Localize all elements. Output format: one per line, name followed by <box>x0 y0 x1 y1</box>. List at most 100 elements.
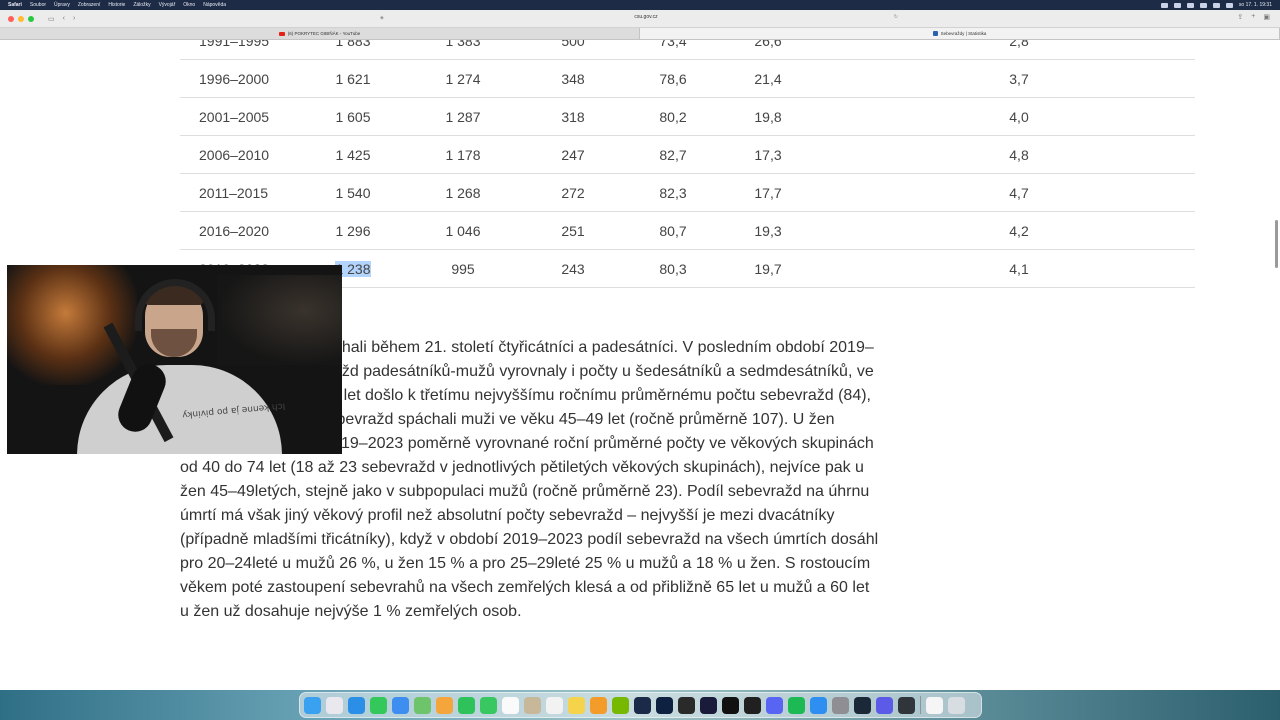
youtube-icon <box>278 31 285 36</box>
sidebar-toggle-icon[interactable]: ▭ <box>48 15 55 23</box>
table-cell-total: 1 621 <box>298 59 408 98</box>
table-cell-women-share: 21,4 <box>718 59 818 98</box>
page-scrollbar[interactable] <box>1275 220 1278 268</box>
table-cell-women: 272 <box>518 173 628 212</box>
tab-statistics[interactable]: Sebevraždy | Statistika <box>640 28 1280 39</box>
table-row: 2006–2010 1 425 1 178 247 82,7 17,3 4,8 <box>180 135 1195 174</box>
privacy-shield-icon[interactable]: ◈ <box>380 15 384 21</box>
status-icon[interactable] <box>1186 2 1194 8</box>
nvidia-icon[interactable] <box>612 696 629 714</box>
table-cell-period: 2011–2015 <box>180 173 298 212</box>
phone-icon[interactable] <box>480 696 497 714</box>
status-icon[interactable] <box>1160 2 1168 8</box>
zoom-window-icon[interactable] <box>28 15 34 22</box>
menu-item-bookmarks[interactable]: Záložky <box>133 2 150 8</box>
launchpad-icon[interactable] <box>326 696 343 714</box>
chatgpt-icon[interactable] <box>744 696 761 714</box>
reminders-icon[interactable] <box>546 696 563 714</box>
table-cell-men-share: 80,7 <box>628 211 718 250</box>
photos-icon[interactable] <box>436 696 453 714</box>
calendar-icon[interactable] <box>502 696 519 714</box>
new-tab-icon[interactable]: + <box>1251 13 1255 21</box>
table-cell-men-share: 80,2 <box>628 97 718 136</box>
notes-icon[interactable] <box>568 696 585 714</box>
back-icon[interactable]: ‹ <box>63 15 65 23</box>
menu-item-developer[interactable]: Vývojář <box>159 2 176 8</box>
messages-icon[interactable] <box>370 696 387 714</box>
menu-item-edit[interactable]: Úpravy <box>54 2 70 8</box>
background-shelf <box>217 275 342 365</box>
control-center-icon[interactable] <box>1225 2 1233 8</box>
contacts-icon[interactable] <box>524 696 541 714</box>
table-cell-period: 1996–2000 <box>180 59 298 98</box>
obs-icon[interactable] <box>678 696 695 714</box>
premiere-icon[interactable] <box>700 696 717 714</box>
table-cell-women-share: 19,3 <box>718 211 818 250</box>
address-bar[interactable]: ◈ csu.gov.cz ↻ <box>380 14 906 24</box>
appstore-icon[interactable] <box>810 696 827 714</box>
document-icon[interactable] <box>926 696 943 714</box>
table-cell-ratio: 4,8 <box>818 135 1195 174</box>
table-cell-total: 1 296 <box>298 211 408 250</box>
table-cell-men: 1 383 <box>408 40 518 60</box>
grid-app-icon[interactable] <box>876 696 893 714</box>
safari-icon[interactable] <box>348 696 365 714</box>
table-cell-period: 1991–1995 <box>180 40 298 60</box>
photoshop-icon[interactable] <box>656 696 673 714</box>
menu-item-help[interactable]: Nápověda <box>203 2 226 8</box>
minimize-window-icon[interactable] <box>18 15 24 22</box>
table-cell-ratio: 4,0 <box>818 97 1195 136</box>
tab-overview-icon[interactable]: ▣ <box>1263 13 1270 21</box>
menu-item-window[interactable]: Okno <box>183 2 195 8</box>
table-cell-men-share: 82,7 <box>628 135 718 174</box>
menu-item-view[interactable]: Zobrazení <box>78 2 101 8</box>
trash-icon[interactable] <box>948 696 965 714</box>
table-cell-total: 1 540 <box>298 173 408 212</box>
suicides-table: 1991–1995 1 883 1 383 500 73,4 26,6 2,8 … <box>180 40 1195 288</box>
table-cell-period: 2016–2020 <box>180 211 298 250</box>
table-cell-women: 348 <box>518 59 628 98</box>
table-cell-total: 1 883 <box>298 40 408 60</box>
table-cell-ratio: 4,7 <box>818 173 1195 212</box>
browser-toolbar: ▭ ‹ › ◈ csu.gov.cz ↻ ⇪ + ▣ <box>0 10 1280 28</box>
table-cell-men: 995 <box>408 249 518 288</box>
spotify-icon[interactable] <box>788 696 805 714</box>
finder-icon[interactable] <box>304 696 321 714</box>
table-cell-women-share: 17,7 <box>718 173 818 212</box>
table-cell-men: 1 178 <box>408 135 518 174</box>
tab-youtube[interactable]: (6) POKRYTEC GIBIŇÁK - YouTube <box>0 28 640 39</box>
menu-app-name[interactable]: Safari <box>8 2 22 8</box>
table-cell-women: 500 <box>518 40 628 60</box>
lightroom-icon[interactable] <box>634 696 651 714</box>
share-icon[interactable]: ⇪ <box>1237 13 1243 21</box>
table-cell-women-share: 19,8 <box>718 97 818 136</box>
menu-clock[interactable]: so 17. 1. 19:31 <box>1239 2 1272 8</box>
table-cell-men: 1 287 <box>408 97 518 136</box>
table-row: 2016–2020 1 296 1 046 251 80,7 19,3 4,2 <box>180 211 1195 250</box>
close-window-icon[interactable] <box>8 15 14 22</box>
menu-item-history[interactable]: Historie <box>108 2 125 8</box>
address-text[interactable]: csu.gov.cz <box>634 14 657 20</box>
reload-icon[interactable]: ↻ <box>894 14 898 20</box>
settings-icon[interactable] <box>832 696 849 714</box>
mail-icon[interactable] <box>392 696 409 714</box>
pages-icon[interactable] <box>590 696 607 714</box>
discord-icon[interactable] <box>766 696 783 714</box>
battery-icon[interactable] <box>1212 2 1220 8</box>
capture-app-icon[interactable] <box>898 696 915 714</box>
wifi-icon[interactable] <box>1199 2 1207 8</box>
steam-icon[interactable] <box>854 696 871 714</box>
tab-bar: (6) POKRYTEC GIBIŇÁK - YouTube Sebevražd… <box>0 28 1280 40</box>
menu-status-area: so 17. 1. 19:31 <box>1160 2 1272 8</box>
headphones-icon <box>135 279 215 331</box>
table-cell-women: 247 <box>518 135 628 174</box>
appletv-icon[interactable] <box>722 696 739 714</box>
tab-label: Sebevraždy | Statistika <box>940 31 987 36</box>
maps-icon[interactable] <box>414 696 431 714</box>
table-row: 1996–2000 1 621 1 274 348 78,6 21,4 3,7 <box>180 59 1195 98</box>
status-icon[interactable] <box>1173 2 1181 8</box>
menu-item-file[interactable]: Soubor <box>30 2 46 8</box>
facetime-icon[interactable] <box>458 696 475 714</box>
table-cell-men: 1 046 <box>408 211 518 250</box>
forward-icon[interactable]: › <box>73 15 75 23</box>
